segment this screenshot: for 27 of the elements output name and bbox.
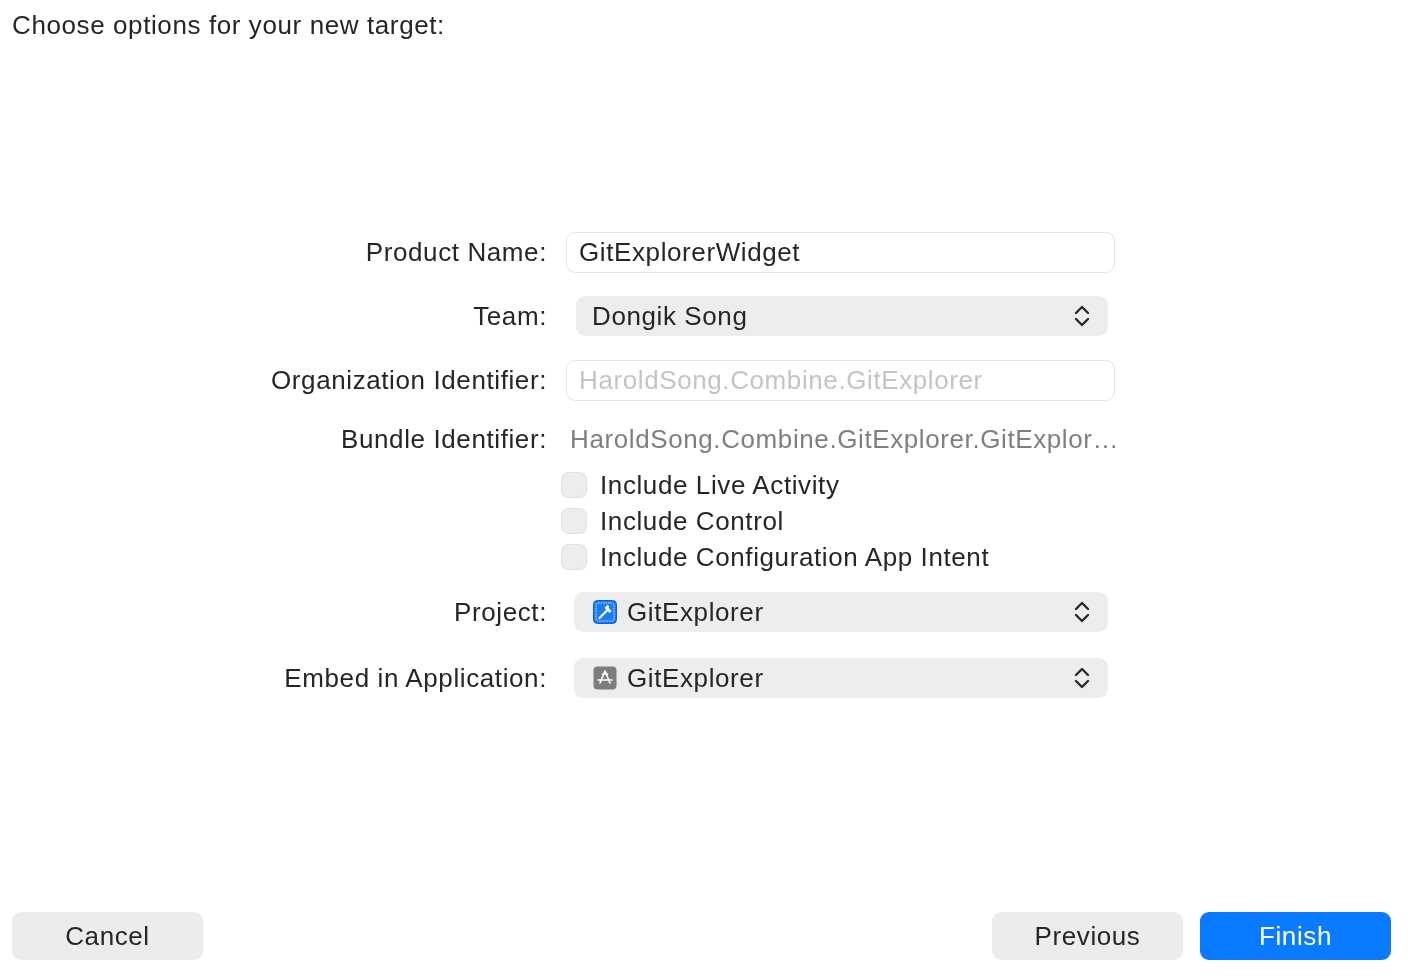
popup-button[interactable]: GitExplorer: [574, 592, 1108, 632]
checkbox-label[interactable]: Include Configuration App Intent: [600, 541, 990, 573]
field-label: Product Name:: [365, 236, 547, 268]
text-field[interactable]: GitExplorerWidget: [566, 231, 1115, 273]
popup-button[interactable]: Dongik Song: [576, 296, 1108, 336]
value-text: HaroldSong.Combine.GitExplorer.GitExplor…: [570, 423, 1120, 455]
checkbox-label[interactable]: Include Control: [600, 505, 784, 537]
checkbox[interactable]: [561, 472, 587, 498]
finish-button[interactable]: Finish: [1200, 912, 1391, 960]
field-label: Project:: [454, 596, 547, 628]
checkbox[interactable]: [561, 544, 587, 570]
checkbox[interactable]: [561, 508, 587, 534]
text-field[interactable]: HaroldSong.Combine.GitExplorer: [566, 359, 1115, 401]
up-down-chevron-icon: [1074, 304, 1090, 328]
field-label: Organization Identifier:: [271, 364, 547, 396]
checkbox-label[interactable]: Include Live Activity: [600, 469, 840, 501]
dialog-title: Choose options for your new target:: [11, 9, 446, 40]
field-label: Bundle Identifier:: [341, 423, 547, 455]
application-icon: [593, 666, 617, 690]
cancel-button[interactable]: Cancel: [12, 912, 203, 960]
up-down-chevron-icon: [1074, 666, 1090, 690]
field-label: Team:: [473, 300, 547, 332]
up-down-chevron-icon: [1074, 600, 1090, 624]
hammer-tile-icon: [593, 600, 617, 624]
field-label: Embed in Application:: [284, 662, 547, 694]
previous-button[interactable]: Previous: [992, 912, 1183, 960]
popup-button[interactable]: GitExplorer: [574, 658, 1108, 698]
